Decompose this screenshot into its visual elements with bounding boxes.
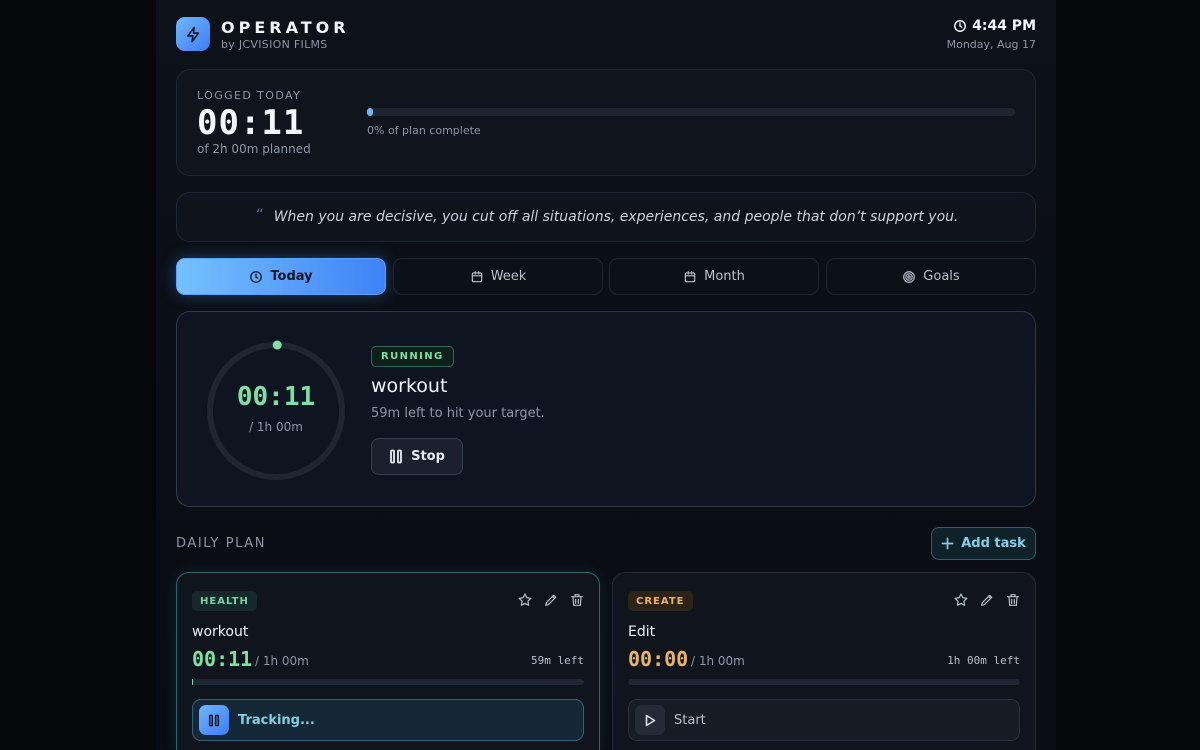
logged-label: LOGGED TODAY [197, 89, 302, 102]
task-progress-fill [192, 679, 194, 685]
clock-icon [249, 270, 263, 284]
edit-icon[interactable] [543, 592, 559, 608]
quote-card: “ When you are decisive, you cut off all… [176, 192, 1036, 242]
plus-icon [941, 537, 954, 550]
view-tabs: Today Week Month Goals [176, 258, 1036, 295]
stop-button[interactable]: Stop [371, 438, 463, 475]
task-progress-bar [192, 679, 584, 685]
tab-week[interactable]: Week [393, 258, 603, 295]
tab-label: Week [490, 269, 527, 284]
tab-goals[interactable]: Goals [826, 258, 1036, 295]
task-card-workout: HEALTH workout 00:11 / 1h 00m 59m left T… [176, 572, 600, 750]
task-planned: / 1h 00m [691, 654, 745, 668]
pause-icon [199, 705, 229, 735]
task-name: workout [192, 624, 249, 640]
plan-progress-fill [367, 108, 374, 116]
stop-label: Stop [411, 449, 445, 464]
tab-month[interactable]: Month [609, 258, 819, 295]
task-name: Edit [628, 624, 656, 640]
quote-row: “ When you are decisive, you cut off all… [177, 193, 1037, 241]
pause-icon [389, 449, 403, 464]
star-icon[interactable] [953, 592, 969, 608]
tab-label: Today [270, 269, 313, 284]
ring-progress-dot [272, 340, 282, 350]
app-title: OPERATOR [221, 18, 350, 37]
running-task-title: workout [371, 375, 448, 397]
tab-today[interactable]: Today [176, 258, 386, 295]
add-task-button[interactable]: Add task [931, 527, 1036, 560]
app-page: OPERATOR by JCVISION FILMS 4:44 PM Monda… [156, 0, 1056, 750]
daily-plan-heading: DAILY PLAN [176, 536, 267, 551]
tracking-button[interactable]: Tracking... [192, 699, 584, 741]
running-target: / 1h 00m [249, 420, 303, 434]
play-icon [635, 705, 665, 735]
trash-icon[interactable] [569, 592, 585, 608]
quote-text: When you are decisive, you cut off all s… [273, 209, 959, 225]
task-remaining: 1h 00m left [947, 654, 1020, 667]
running-timer: 00:11 [236, 382, 316, 412]
start-label: Start [674, 712, 706, 728]
tab-label: Month [704, 269, 745, 284]
task-progress-bar [628, 679, 1020, 685]
status-badge: RUNNING [371, 346, 454, 367]
app-subtitle: by JCVISION FILMS [221, 38, 328, 51]
task-remaining: 59m left [531, 654, 584, 667]
task-elapsed: 00:00 [628, 647, 689, 671]
logged-planned: of 2h 00m planned [197, 142, 311, 156]
start-button[interactable]: Start [628, 699, 1020, 741]
tracking-label: Tracking... [238, 712, 315, 728]
app-header: OPERATOR by JCVISION FILMS 4:44 PM Monda… [176, 16, 1036, 56]
task-actions [517, 592, 585, 608]
logged-time: 00:11 [197, 103, 305, 143]
calendar-icon [683, 270, 697, 284]
lightning-bolt-icon [176, 17, 210, 51]
current-date: Monday, Aug 17 [946, 38, 1036, 51]
logged-today-card: LOGGED TODAY 00:11 of 2h 00m planned 0% … [176, 69, 1036, 176]
trash-icon[interactable] [1005, 592, 1021, 608]
clock-icon [953, 19, 967, 33]
plan-progress-bar [367, 108, 1015, 116]
task-category-tag: HEALTH [192, 591, 257, 611]
task-planned: / 1h 00m [255, 654, 309, 668]
task-elapsed: 00:11 [192, 647, 253, 671]
target-icon [902, 270, 916, 284]
star-icon[interactable] [517, 592, 533, 608]
running-task-subtitle: 59m left to hit your target. [371, 406, 545, 421]
task-actions [953, 592, 1021, 608]
quote-mark-icon: “ [255, 204, 264, 224]
add-task-label: Add task [961, 536, 1026, 551]
calendar-icon [470, 270, 484, 284]
task-category-tag: CREATE [628, 591, 693, 611]
task-card-edit: CREATE Edit 00:00 / 1h 00m 1h 00m left S… [612, 572, 1036, 750]
current-time: 4:44 PM [953, 18, 1036, 34]
plan-progress-text: 0% of plan complete [367, 124, 481, 137]
time-text: 4:44 PM [972, 18, 1036, 34]
running-timer-card: 00:11 / 1h 00m RUNNING workout 59m left … [176, 311, 1036, 507]
edit-icon[interactable] [979, 592, 995, 608]
tab-label: Goals [923, 269, 960, 284]
